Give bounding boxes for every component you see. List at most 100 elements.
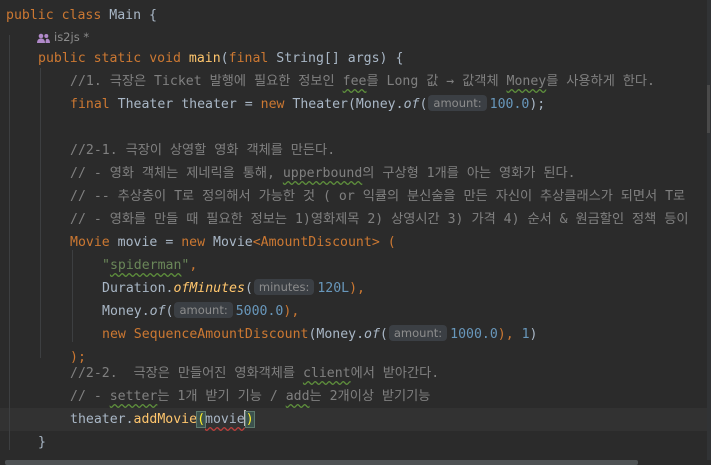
- code-line-title-arg[interactable]: "spiderman",: [102, 254, 197, 277]
- code-line-add-movie[interactable]: theater.addMovie(movie): [70, 408, 255, 431]
- author-hint[interactable]: is2js *: [37, 28, 89, 46]
- number-literal: 5000.0: [235, 304, 284, 319]
- type-name: Theater: [117, 97, 174, 112]
- static-method: ofMinutes: [173, 281, 245, 296]
- string-literal: ": [102, 258, 110, 273]
- paren: ): [379, 51, 388, 66]
- error-stripe[interactable]: [707, 0, 711, 460]
- code-line-comment[interactable]: // - 영화 객체는 제네릭을 통해, upperbound의 구상형 1개를…: [70, 162, 576, 185]
- type-name: Movie: [70, 235, 110, 250]
- class-ref: Movie: [213, 235, 253, 250]
- generic-bracket: <: [252, 235, 261, 250]
- static-method: of: [364, 327, 380, 342]
- code-line-comment[interactable]: //2-1. 극장이 상영할 영화 객체를 만든다.: [70, 139, 335, 162]
- brace: {: [148, 8, 157, 23]
- scroll-marker[interactable]: [707, 85, 710, 133]
- code-line-comment[interactable]: // - 영화를 만들 때 필요한 정보는 1)영화제목 2) 상영시간 3) …: [70, 208, 688, 231]
- comment-text: // - 영화를 만들 때 필요한 정보는 1)영화제목 2) 상영시간 3) …: [70, 212, 689, 227]
- author-name: is2js *: [54, 30, 90, 44]
- paren-highlight: ): [244, 411, 255, 428]
- comment-text: //1. 극장은 Ticket 발행에 필요한 정보인: [70, 74, 343, 89]
- static-method: of: [149, 304, 166, 319]
- code-editor[interactable]: public class Main { is2js * public stati…: [0, 0, 711, 465]
- code-line-duration-arg[interactable]: Duration.ofMinutes(minutes: 120L),: [102, 277, 365, 300]
- comment-text: //2-1. 극장이 상영할 영화 객체를 만든다.: [70, 143, 336, 158]
- code-line-movie[interactable]: Movie movie = new Movie<AmountDiscount> …: [70, 231, 396, 254]
- brace: }: [38, 435, 46, 450]
- keyword: void: [149, 51, 181, 66]
- code-line-comment[interactable]: //2-2. 극장은 만들어진 영화객체를 client에서 받아간다.: [70, 362, 439, 385]
- keyword: static: [93, 51, 142, 66]
- string-literal: spiderman: [109, 258, 182, 273]
- variable-name: movie: [117, 235, 158, 250]
- code-line-1[interactable]: public class Main {: [6, 4, 157, 27]
- code-line-comment[interactable]: // - setter는 1개 받기 기능 / add는 2개이상 받기기능: [70, 385, 430, 408]
- number-literal: 1: [521, 327, 530, 342]
- class-ref: Theater(Money.: [292, 97, 404, 112]
- comma: ,: [189, 258, 198, 273]
- paren: );: [529, 97, 546, 112]
- code-line-theater[interactable]: final Theater theater = new Theater(Mone…: [70, 93, 545, 116]
- indent-guide: [40, 68, 41, 358]
- class-name: Main: [109, 8, 142, 23]
- comment-text: 는 2개이상 받기기능: [309, 389, 431, 404]
- typo-word: client: [302, 366, 351, 381]
- method-name: main: [188, 51, 221, 66]
- variable-name: theater.: [70, 412, 134, 427]
- paren: ),: [349, 281, 365, 296]
- typo-word: fee: [342, 74, 367, 89]
- typo-word: setter: [109, 389, 158, 404]
- code-line-comment[interactable]: // -- 추상층이 T로 정의해서 가능한 것 ( or 익큘의 분신술을 만…: [70, 185, 685, 208]
- paren: ),: [283, 304, 300, 319]
- generic-bracket: >: [371, 235, 380, 250]
- typo-word: upperbound: [282, 166, 363, 181]
- comment-text: 를 사용하게 한다.: [546, 74, 655, 89]
- comment-text: 에서 받아간다.: [350, 366, 440, 381]
- variable-name: movie: [205, 412, 245, 427]
- parameter-hint: amount:: [174, 302, 233, 318]
- class-ref: Duration.: [102, 281, 174, 296]
- code-line-main[interactable]: public static void main(final String[] a…: [38, 47, 403, 70]
- paren: ): [529, 327, 538, 342]
- number-literal: 100.0: [489, 97, 530, 112]
- type-name: String[]: [276, 51, 340, 66]
- class-ref: SequenceAmountDiscount: [133, 327, 309, 342]
- comment-text: // -: [70, 389, 110, 404]
- operator: =: [244, 97, 253, 112]
- parameter-hint: amount:: [388, 325, 448, 341]
- param-name: args: [347, 51, 380, 66]
- keyword: new: [260, 97, 285, 112]
- code-line-money-arg[interactable]: Money.of(amount: 5000.0),: [102, 300, 299, 323]
- method-name: addMovie: [133, 412, 198, 427]
- code-line-comment[interactable]: //1. 극장은 Ticket 발행에 필요한 정보인 fee를 Long 값 …: [70, 70, 655, 93]
- comment-text: 를 Long 값 → 값객체: [366, 74, 507, 89]
- class-ref: (Money.: [308, 327, 365, 342]
- indent-guide: [72, 250, 73, 342]
- typo-word: Money: [506, 74, 547, 89]
- variable-name: theater: [181, 97, 237, 112]
- number-literal: 120L: [317, 281, 350, 296]
- generic-type: AmountDiscount: [260, 235, 372, 250]
- keyword: public: [6, 8, 54, 23]
- code-line-discount-arg[interactable]: new SequenceAmountDiscount(Money.of(amou…: [102, 323, 538, 346]
- comment-text: // - 영화 객체는 제네릭을 통해,: [70, 166, 283, 181]
- horizontal-scrollbar[interactable]: [0, 460, 711, 465]
- comment-text: // -- 추상층이 T로 정의해서 가능한 것 ( or 익큘의 분신술을 만…: [70, 189, 686, 204]
- static-method: of: [403, 97, 420, 112]
- paren: (: [379, 327, 388, 342]
- class-ref: Money.: [102, 304, 150, 319]
- parameter-hint: amount:: [428, 95, 487, 111]
- paren: (: [165, 304, 174, 319]
- paren-highlight: (: [196, 411, 207, 428]
- comment-text: 의 구상형 1개를 아는 영화가 된다.: [362, 166, 576, 181]
- comment-text: //2-2. 극장은 만들어진 영화객체를: [70, 366, 303, 381]
- code-line-close-brace[interactable]: }: [38, 431, 46, 454]
- paren: ),: [497, 327, 522, 342]
- keyword: final: [70, 97, 110, 112]
- scrollbar-thumb[interactable]: [5, 460, 638, 465]
- typo-word: add: [285, 389, 310, 404]
- paren: (: [387, 235, 396, 250]
- comment-text: 는 1개 받기 기능 /: [157, 389, 286, 404]
- paren: (: [419, 97, 428, 112]
- number-literal: 1000.0: [450, 327, 498, 342]
